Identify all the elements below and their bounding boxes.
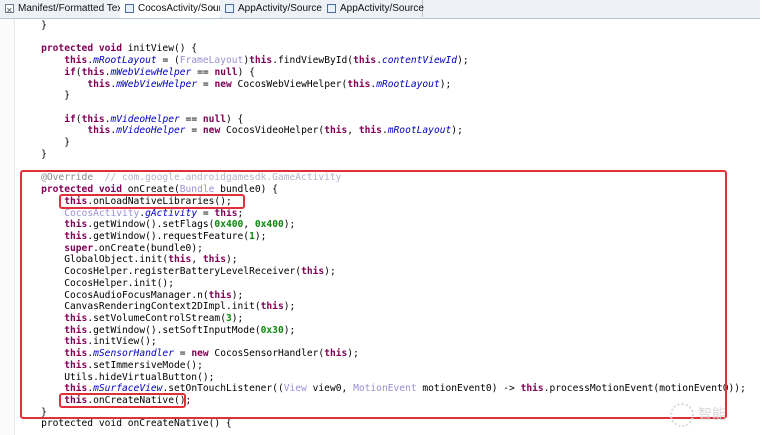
code-text: == — [191, 66, 215, 78]
field: mWebViewHelper — [110, 66, 192, 78]
code-text: ); — [457, 55, 469, 67]
keyword: void — [98, 43, 122, 55]
tab-label: AppActivity/Source — [238, 3, 322, 14]
java-file-icon — [225, 4, 234, 13]
tab-manifest-formatted-text[interactable]: ✕ Manifest/Formatted Text — [0, 0, 125, 17]
code-text: } — [64, 90, 71, 102]
tab-appactivity-source[interactable]: AppActivity/Source — [220, 0, 323, 17]
code-line: protected void initView() { — [41, 43, 197, 55]
highlight-onloadnativelibraries — [59, 193, 245, 209]
field: contentViewId — [381, 55, 458, 67]
keyword: if — [64, 113, 76, 125]
code-text: CocosVideoHelper( — [220, 125, 325, 137]
tab-cocosactivity-source[interactable]: CocosActivity/Source × — [120, 0, 232, 18]
code-line: if(this.mVideoHelper == null) { — [64, 114, 243, 126]
code-text: } — [64, 137, 71, 149]
keyword: null — [214, 66, 238, 78]
code-text: == — [179, 113, 203, 125]
tab-appactivity-source[interactable]: AppActivity/Source — [322, 0, 424, 17]
keyword: if — [64, 66, 76, 78]
code-text: ) { — [226, 113, 244, 125]
field: mVideoHelper — [110, 113, 180, 125]
keyword: this — [249, 55, 273, 67]
editor-tab-bar: ✕ Manifest/Formatted Text CocosActivity/So… — [0, 0, 760, 19]
java-file-icon — [327, 4, 336, 13]
java-file-icon — [125, 4, 134, 13]
code-text: } — [41, 148, 47, 160]
tab-label: Manifest/Formatted Text — [18, 3, 126, 14]
code-text: } — [41, 20, 47, 31]
code-text: ) { — [237, 66, 255, 78]
code-text: ); — [451, 125, 463, 137]
highlight-oncreatenative — [59, 393, 186, 408]
keyword: this — [347, 78, 371, 90]
type-name: FrameLayout — [179, 55, 244, 67]
code-text: = — [185, 125, 203, 137]
code-text: protected void onCreateNative() { — [18, 418, 232, 430]
code-line: } — [41, 20, 47, 32]
xml-file-icon: ✕ — [5, 4, 14, 15]
code-line: } — [64, 90, 70, 102]
code-text: , — [347, 125, 359, 137]
field: mVideoHelper — [116, 125, 186, 137]
field: mRootLayout — [93, 55, 157, 67]
code-text: initView() { — [121, 43, 198, 55]
code-line: this.mRootLayout = (FrameLayout)this.fin… — [64, 55, 468, 67]
tab-label: AppActivity/Source — [340, 3, 424, 14]
code-line: this.mWebViewHelper = new CocosWebViewHe… — [87, 79, 451, 91]
keyword: this — [81, 113, 105, 125]
code-text: = ( — [156, 55, 180, 67]
field: mRootLayout — [387, 125, 452, 137]
code-text: .findViewById( — [272, 55, 354, 67]
code-line: } — [41, 149, 47, 161]
keyword: this — [81, 66, 105, 78]
keyword: this — [64, 55, 88, 67]
field: mRootLayout — [376, 78, 440, 90]
watermark-icon — [670, 403, 694, 427]
keyword: protected — [41, 43, 94, 55]
keyword: this — [87, 125, 111, 137]
code-line: if(this.mWebViewHelper == null) { — [64, 67, 255, 79]
code-text: CocosWebViewHelper( — [231, 78, 348, 90]
tab-label: CocosActivity/Source — [138, 3, 233, 14]
close-tab-icon[interactable]: × — [210, 0, 216, 17]
keyword: this — [324, 125, 348, 137]
code-text: = — [197, 78, 215, 90]
code-line: protected void onCreateNative() { — [18, 418, 232, 430]
xml-mark-icon: ✕ — [6, 6, 13, 15]
keyword: new — [214, 78, 232, 90]
watermark: 智能 — [670, 401, 750, 427]
keyword: new — [202, 125, 221, 137]
keyword: this — [358, 125, 382, 137]
code-editor[interactable]: } protected void initView() {this.mRootLa… — [0, 19, 760, 435]
code-text: ); — [439, 78, 452, 90]
keyword: null — [202, 113, 226, 125]
keyword: this — [87, 78, 111, 90]
field: mWebViewHelper — [116, 78, 198, 90]
code-line: } — [64, 137, 70, 149]
watermark-text: 智能 — [698, 407, 726, 423]
code-line: this.mVideoHelper = new CocosVideoHelper… — [87, 125, 463, 137]
editor-gutter — [0, 19, 15, 435]
keyword: this — [353, 55, 377, 67]
